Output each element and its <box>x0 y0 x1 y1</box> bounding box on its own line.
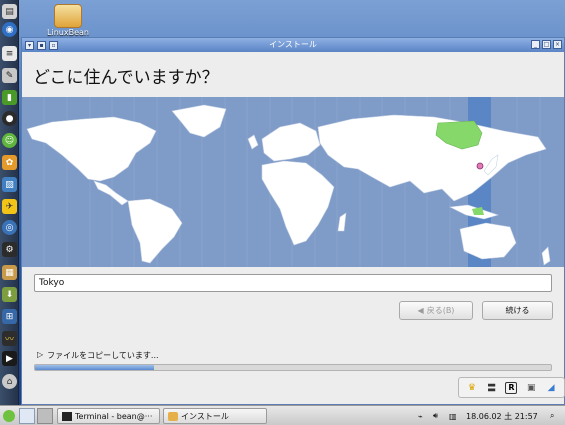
installer-download-icon[interactable]: ⬇ <box>2 287 17 302</box>
task-installer-label: インストール <box>181 411 229 421</box>
close-icon[interactable]: × <box>553 40 562 49</box>
package-icon[interactable]: ▦ <box>2 265 17 280</box>
text-editor-icon[interactable]: ≡ <box>2 46 17 61</box>
minimize-icon[interactable]: _ <box>531 40 540 49</box>
registered-icon[interactable]: R <box>505 381 518 394</box>
chat-icon[interactable]: ☺ <box>2 133 17 148</box>
progress-bar <box>34 364 552 371</box>
progress-bar-fill <box>35 365 154 370</box>
progress-expander[interactable]: ▷ ファイルをコピーしています... <box>37 350 159 361</box>
input-method-tray: ♛ 〓 R ▣ ◢ <box>458 377 565 398</box>
continue-button[interactable]: 続ける <box>482 301 553 320</box>
app-dock: ▤ ◉ ≡ ✎ ▮ ● ☺ ✿ ▨ ✈ ◎ ⚙ ▦ ⬇ ⊞ 〰 ▶ ⌂ <box>0 0 19 405</box>
progress-label: ファイルをコピーしています... <box>47 351 159 360</box>
window-menu-icon[interactable]: ▾ <box>25 40 34 50</box>
network-icon[interactable]: ⌁ <box>418 408 423 424</box>
window-shade-icon[interactable]: ▫ <box>49 40 58 50</box>
linuxbean-icon <box>54 4 82 28</box>
pen-icon[interactable]: ✎ <box>2 68 17 83</box>
terminal-dock-icon[interactable]: ▶ <box>2 351 17 366</box>
calendar-icon[interactable]: ▥ <box>449 408 457 424</box>
page-title: どこに住んでいますか？ <box>33 68 219 88</box>
installer-window: ▾ ▪ ▫ インストール _ □ × どこに住んでいますか？ Tokyo ◀ 戻… <box>21 37 565 405</box>
desktop-icon-linuxbean[interactable]: LinuxBean <box>46 4 90 37</box>
search-icon[interactable]: ⌕ <box>550 408 554 424</box>
workspace-1[interactable] <box>19 408 35 424</box>
task-terminal-label: Terminal - bean@··· <box>75 411 153 421</box>
volume-icon[interactable]: 🔊︎ <box>433 408 438 424</box>
back-arrow-icon: ◀ <box>417 306 424 315</box>
system-monitor-icon[interactable]: 〰 <box>2 331 17 346</box>
image-viewer-icon[interactable]: ✿ <box>2 155 17 170</box>
terminal-icon <box>62 411 72 421</box>
eraser-icon[interactable]: ◢ <box>545 382 557 394</box>
back-button[interactable]: ◀ 戻る(B) <box>399 301 473 320</box>
back-button-label: 戻る(B) <box>426 306 455 315</box>
start-icon[interactable] <box>2 408 16 424</box>
continue-button-label: 続ける <box>505 306 530 315</box>
screenshot-icon[interactable]: ▨ <box>2 177 17 192</box>
clock[interactable]: 18.06.02 土 21:57 <box>466 408 538 424</box>
location-pin-icon <box>476 162 484 170</box>
workspace-2[interactable] <box>37 408 53 424</box>
bird-icon[interactable]: ✈ <box>2 199 17 214</box>
timezone-map[interactable] <box>22 97 564 267</box>
maximize-icon[interactable]: □ <box>542 40 551 49</box>
timezone-input[interactable]: Tokyo <box>34 274 552 292</box>
clip-icon[interactable]: 〓 <box>486 382 498 394</box>
task-terminal[interactable]: Terminal - bean@··· <box>57 408 160 424</box>
wireless-icon[interactable]: ◎ <box>2 220 17 235</box>
taskbar: Terminal - bean@··· インストール ⌁ 🔊︎ ▥ 18.06.… <box>0 405 565 425</box>
browser-icon[interactable]: ◉ <box>2 22 17 37</box>
keyboard-icon[interactable]: ▣ <box>525 382 537 394</box>
expander-arrow-icon: ▷ <box>37 350 44 359</box>
trash-icon[interactable]: ⌂ <box>2 374 17 389</box>
settings-icon[interactable]: ⚙ <box>2 242 17 257</box>
task-installer[interactable]: インストール <box>163 408 267 424</box>
media-icon[interactable]: ● <box>2 111 17 126</box>
file-manager-icon[interactable]: ▤ <box>2 4 17 19</box>
window-titlebar[interactable]: ▾ ▪ ▫ インストール _ □ × <box>22 38 564 52</box>
desktop-icon-label: LinuxBean <box>47 28 89 37</box>
installer-icon <box>168 411 178 421</box>
notes-icon[interactable]: ▮ <box>2 90 17 105</box>
crown-icon[interactable]: ♛ <box>466 382 478 394</box>
window-title: インストール <box>269 40 317 49</box>
window-sticky-icon[interactable]: ▪ <box>37 40 46 50</box>
network-tool-icon[interactable]: ⊞ <box>2 309 17 324</box>
